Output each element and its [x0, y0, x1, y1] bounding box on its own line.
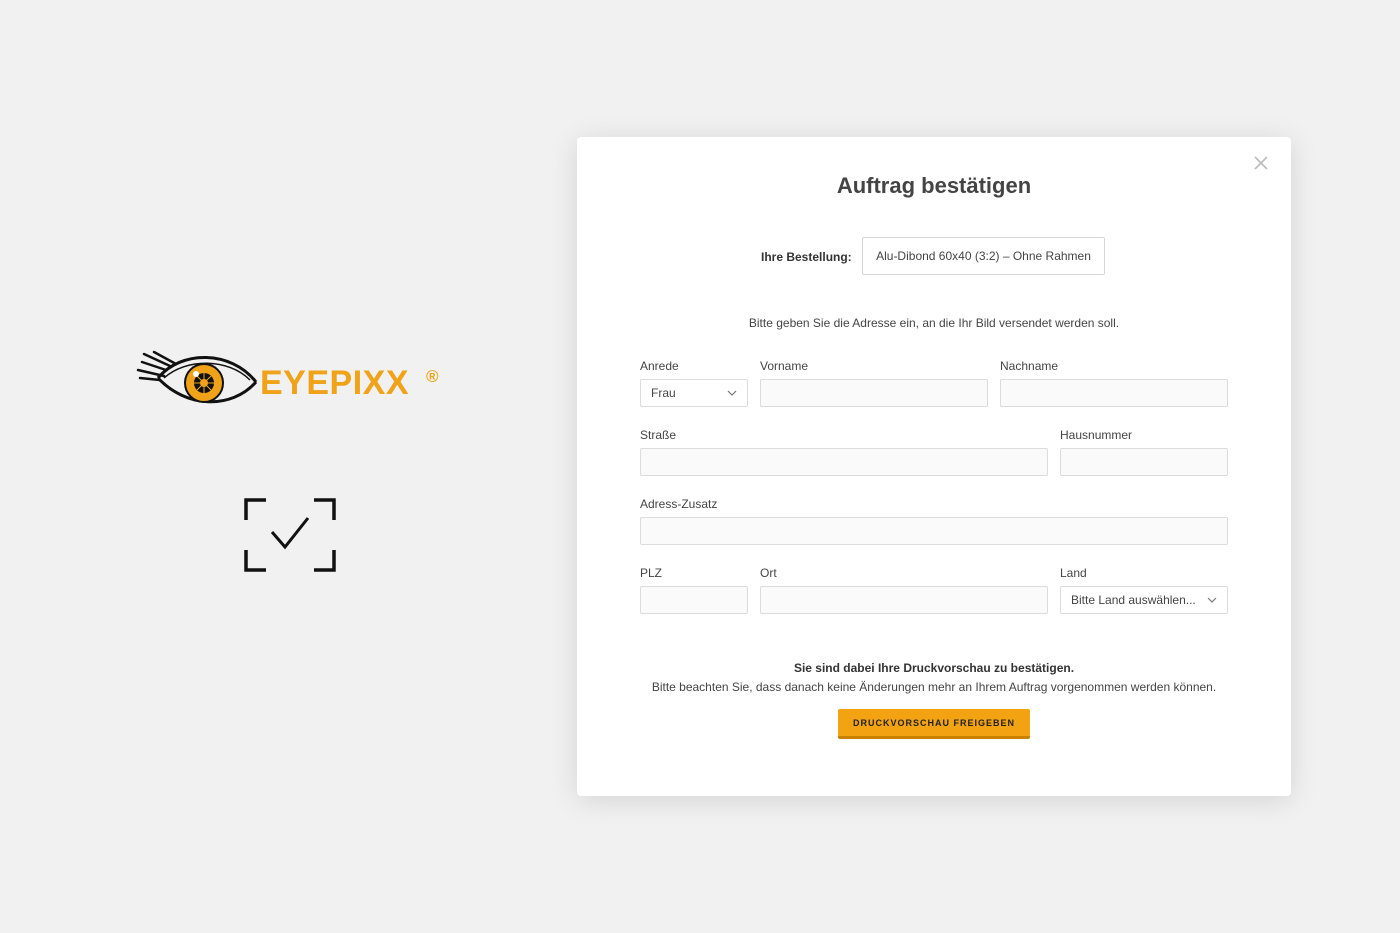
address-instruction: Bitte geben Sie die Adresse ein, an die …	[748, 316, 1120, 330]
adresszusatz-label: Adress-Zusatz	[640, 497, 718, 511]
vorname-input[interactable]	[760, 379, 988, 407]
ort-input[interactable]	[760, 586, 1048, 614]
release-preview-button[interactable]: DRUCKVORSCHAU FREIGEBEN	[838, 709, 1030, 739]
plz-label: PLZ	[640, 566, 663, 580]
modal-title: Auftrag bestätigen	[836, 173, 1032, 198]
close-icon[interactable]	[1251, 153, 1271, 173]
eyepixx-logo: EYEPIXX ®	[136, 348, 446, 414]
anrede-select[interactable]: Frau	[640, 379, 748, 407]
dashed-frame-checkmark-icon	[244, 498, 336, 572]
strasse-input[interactable]	[640, 448, 1048, 476]
anrede-select-value: Frau	[651, 386, 676, 400]
registered-mark: ®	[426, 367, 439, 386]
ort-label: Ort	[760, 566, 777, 580]
chevron-down-icon	[1207, 597, 1217, 603]
order-value: Alu-Dibond 60x40 (3:2) – Ohne Rahmen	[862, 237, 1105, 275]
adresszusatz-input[interactable]	[640, 517, 1228, 545]
logo-wordmark: EYEPIXX	[260, 364, 410, 402]
strasse-label: Straße	[640, 428, 677, 442]
land-label: Land	[1060, 566, 1087, 580]
nachname-input[interactable]	[1000, 379, 1228, 407]
land-select[interactable]: Bitte Land auswählen...	[1060, 586, 1228, 614]
land-select-value: Bitte Land auswählen...	[1071, 593, 1196, 607]
confirm-heading: Sie sind dabei Ihre Druckvorschau zu bes…	[793, 661, 1075, 675]
nachname-label: Nachname	[1000, 359, 1059, 373]
eye-logo-icon	[136, 350, 258, 404]
order-label: Ihre Bestellung:	[761, 250, 852, 264]
hausnummer-input[interactable]	[1060, 448, 1228, 476]
chevron-down-icon	[727, 390, 737, 396]
hausnummer-label: Hausnummer	[1060, 428, 1133, 442]
plz-input[interactable]	[640, 586, 748, 614]
confirm-note: Bitte beachten Sie, dass danach keine Än…	[651, 680, 1217, 694]
anrede-label: Anrede	[640, 359, 679, 373]
order-confirm-modal: Auftrag bestätigen Ihre Bestellung: Alu-…	[577, 137, 1291, 796]
vorname-label: Vorname	[760, 359, 809, 373]
